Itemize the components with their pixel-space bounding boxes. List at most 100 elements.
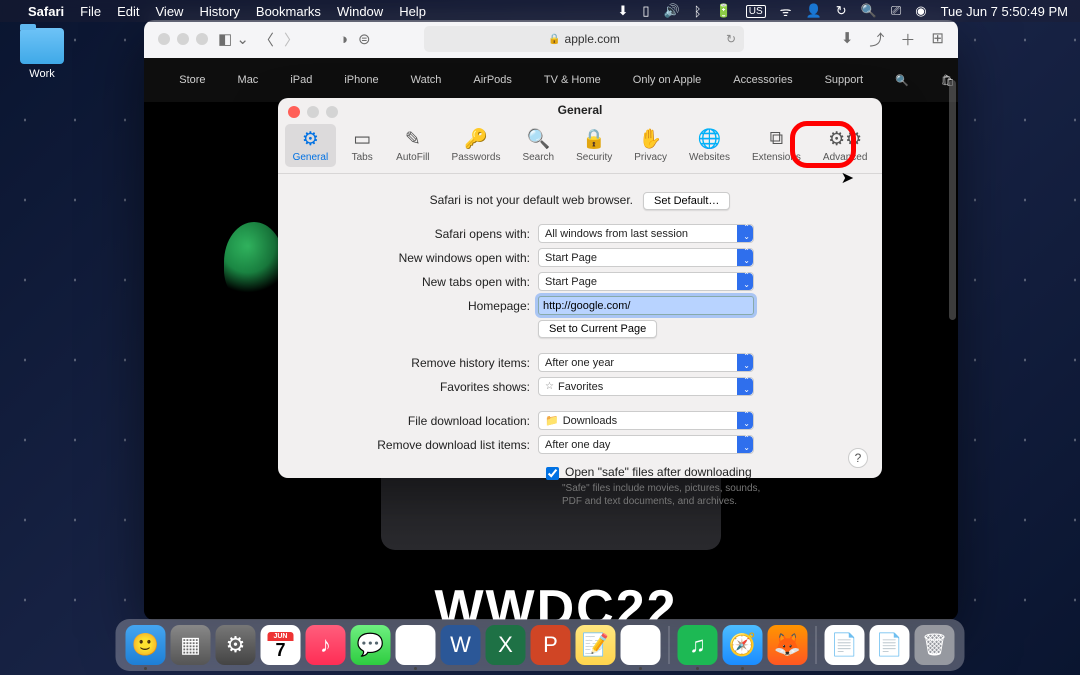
dock-finder[interactable]: 🙂 — [126, 625, 166, 665]
select-remove-history[interactable]: After one year — [538, 353, 754, 372]
bluetooth-icon[interactable]: ᛒ — [694, 4, 702, 19]
sidebar-toggle-icon[interactable]: ◧ ⌄ — [218, 30, 249, 48]
nav-mac[interactable]: Mac — [238, 74, 259, 86]
nav-support[interactable]: Support — [825, 74, 864, 86]
nav-iphone[interactable]: iPhone — [344, 74, 378, 86]
prefs-close[interactable] — [288, 106, 300, 118]
forward-button[interactable]: 〉 — [284, 29, 299, 50]
new-tab-icon[interactable]: ＋ — [900, 29, 915, 50]
time-machine-icon[interactable]: ↻ — [836, 3, 847, 19]
set-current-page-button[interactable]: Set to Current Page — [538, 320, 657, 338]
dock-launchpad[interactable]: ▦ — [171, 625, 211, 665]
nav-search-icon[interactable]: 🔍 — [895, 74, 909, 87]
prefs-minimize[interactable] — [307, 106, 319, 118]
window-minimize[interactable] — [177, 33, 189, 45]
siri-icon[interactable]: ◉ — [915, 3, 926, 19]
menu-edit[interactable]: Edit — [117, 4, 139, 19]
dock-notes[interactable]: 📝 — [576, 625, 616, 665]
input-homepage[interactable] — [538, 296, 754, 315]
privacy-report-icon[interactable]: ◑ — [339, 31, 348, 48]
nav-store[interactable]: Store — [179, 74, 205, 86]
battery-icon[interactable]: 🔋 — [716, 3, 732, 19]
menu-view[interactable]: View — [156, 4, 184, 19]
tab-search[interactable]: 🔍Search — [514, 124, 562, 167]
folder-label: Work — [18, 68, 66, 80]
scrollbar[interactable] — [949, 80, 956, 320]
select-remove-downloads[interactable]: After one day — [538, 435, 754, 454]
prefs-title: General — [558, 103, 603, 117]
gear-icon: ⚙ — [302, 128, 319, 150]
tab-security[interactable]: 🔒Security — [568, 124, 620, 167]
select-opens-with[interactable]: All windows from last session — [538, 224, 754, 243]
nav-accessories[interactable]: Accessories — [733, 74, 792, 86]
downloads-icon[interactable]: ⬇ — [841, 29, 854, 50]
spotlight-icon[interactable]: 🔍 — [861, 3, 877, 19]
dock-document-1[interactable]: 📄 — [825, 625, 865, 665]
dock-spotify[interactable]: ♫ — [678, 625, 718, 665]
tab-tabs[interactable]: ▭Tabs — [342, 124, 382, 167]
tab-privacy[interactable]: ✋Privacy — [626, 124, 675, 167]
datetime[interactable]: Tue Jun 7 5:50:49 PM — [941, 4, 1068, 19]
menu-bookmarks[interactable]: Bookmarks — [256, 4, 321, 19]
dock-document-2[interactable]: 📄 — [870, 625, 910, 665]
dock-slack[interactable]: ✱ — [621, 625, 661, 665]
menu-history[interactable]: History — [199, 4, 239, 19]
checkbox-open-safe[interactable] — [546, 467, 559, 480]
set-default-button[interactable]: Set Default… — [643, 192, 730, 210]
url-bar[interactable]: 🔒 apple.com ↻ — [424, 26, 744, 52]
safari-preferences-window: General ⚙General ▭Tabs ✎AutoFill 🔑Passwo… — [278, 98, 882, 478]
desktop-folder-work[interactable]: Work — [18, 28, 66, 80]
tab-overview-icon[interactable]: ⊞ — [931, 29, 944, 50]
share-icon[interactable]: ⤴ — [869, 29, 884, 50]
menu-file[interactable]: File — [80, 4, 101, 19]
dock-trash[interactable]: 🗑 — [915, 625, 955, 665]
nav-watch[interactable]: Watch — [411, 74, 442, 86]
menu-help[interactable]: Help — [399, 4, 426, 19]
window-zoom[interactable] — [196, 33, 208, 45]
nav-tvhome[interactable]: TV & Home — [544, 74, 601, 86]
window-close[interactable] — [158, 33, 170, 45]
select-favorites[interactable]: ☆Favorites — [538, 377, 754, 396]
tab-autofill[interactable]: ✎AutoFill — [388, 124, 437, 167]
dock-excel[interactable]: X — [486, 625, 526, 665]
prefs-zoom[interactable] — [326, 106, 338, 118]
dock-settings[interactable]: ⚙ — [216, 625, 256, 665]
nav-airpods[interactable]: AirPods — [473, 74, 512, 86]
menu-window[interactable]: Window — [337, 4, 383, 19]
menubar: Safari File Edit View History Bookmarks … — [0, 0, 1080, 22]
back-button[interactable]: 〈 — [259, 29, 274, 50]
dropbox-icon[interactable]: ⬇ — [618, 3, 629, 19]
wifi-icon[interactable]: ᯤ — [780, 2, 792, 20]
tab-websites[interactable]: 🌐Websites — [681, 124, 738, 167]
help-button[interactable]: ? — [848, 448, 868, 468]
dock-firefox[interactable]: 🦊 — [768, 625, 808, 665]
dock-word[interactable]: W — [441, 625, 481, 665]
dock-powerpoint[interactable]: P — [531, 625, 571, 665]
select-new-windows[interactable]: Start Page — [538, 248, 754, 267]
device-icon[interactable]: ▯ — [642, 3, 649, 19]
dock-separator-2 — [816, 626, 817, 664]
dock-music[interactable]: ♪ — [306, 625, 346, 665]
control-center-icon[interactable]: ⎚ — [891, 3, 901, 19]
select-download-location[interactable]: 📁Downloads — [538, 411, 754, 430]
volume-icon[interactable]: 🔊 — [664, 3, 680, 19]
dock-messages[interactable]: 💬 — [351, 625, 391, 665]
cursor-icon: ➤ — [841, 168, 854, 188]
tab-general[interactable]: ⚙General — [285, 124, 337, 167]
label-download-location: File download location: — [308, 414, 538, 428]
hand-icon: ✋ — [639, 128, 663, 150]
nav-only[interactable]: Only on Apple — [633, 74, 702, 86]
label-favorites: Favorites shows: — [308, 380, 538, 394]
input-source[interactable]: US — [746, 5, 766, 18]
dock-calendar[interactable]: JUN7 — [261, 625, 301, 665]
tab-passwords[interactable]: 🔑Passwords — [444, 124, 509, 167]
app-menu[interactable]: Safari — [28, 4, 64, 19]
prefs-titlebar: General — [278, 98, 882, 120]
dock-safari[interactable]: 🧭 — [723, 625, 763, 665]
reload-icon[interactable]: ↻ — [726, 32, 736, 46]
user-icon[interactable]: 👤 — [806, 3, 822, 19]
select-new-tabs[interactable]: Start Page — [538, 272, 754, 291]
dock-chrome[interactable]: ◉ — [396, 625, 436, 665]
nav-ipad[interactable]: iPad — [290, 74, 312, 86]
reader-icon[interactable]: ⊜ — [358, 30, 371, 48]
